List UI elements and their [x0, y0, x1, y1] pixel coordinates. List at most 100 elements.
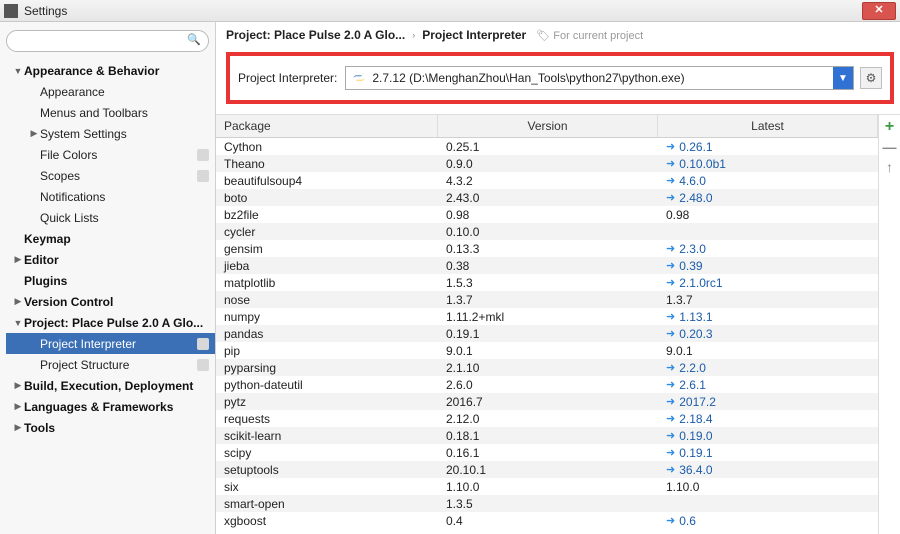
chevron-right-icon: ▶: [12, 401, 24, 412]
search-input[interactable]: [6, 30, 209, 52]
cell-package: cycler: [216, 225, 438, 239]
cell-version: 0.18.1: [438, 429, 658, 443]
cell-package: nose: [216, 293, 438, 307]
cell-package: beautifulsoup4: [216, 174, 438, 188]
table-row[interactable]: smart-open1.3.5: [216, 495, 878, 512]
package-table-wrap: Package Version Latest Cython0.25.1➜0.26…: [216, 114, 900, 534]
sidebar-item[interactable]: ▶System Settings: [6, 123, 215, 144]
package-table: Package Version Latest Cython0.25.1➜0.26…: [216, 115, 878, 534]
add-package-button[interactable]: +: [882, 119, 898, 135]
table-row[interactable]: gensim0.13.3➜2.3.0: [216, 240, 878, 257]
table-row[interactable]: requests2.12.0➜2.18.4: [216, 410, 878, 427]
cell-latest: 0.98: [658, 208, 878, 222]
table-row[interactable]: jieba0.38➜0.39: [216, 257, 878, 274]
cell-package: scipy: [216, 446, 438, 460]
upgrade-package-button[interactable]: ↑: [882, 159, 898, 175]
header-package[interactable]: Package: [216, 115, 438, 137]
sidebar-item[interactable]: ▶Tools: [6, 417, 215, 438]
table-row[interactable]: matplotlib1.5.3➜2.1.0rc1: [216, 274, 878, 291]
sidebar-item[interactable]: ▶Editor: [6, 249, 215, 270]
cell-version: 1.11.2+mkl: [438, 310, 658, 324]
cell-version: 0.19.1: [438, 327, 658, 341]
sidebar-item[interactable]: Plugins: [6, 270, 215, 291]
sidebar-item[interactable]: ▶Languages & Frameworks: [6, 396, 215, 417]
table-row[interactable]: xgboost0.4➜0.6: [216, 512, 878, 529]
sidebar-item-label: Appearance & Behavior: [24, 64, 209, 78]
cell-latest: ➜2017.2: [658, 395, 878, 409]
table-row[interactable]: scipy0.16.1➜0.19.1: [216, 444, 878, 461]
remove-package-button[interactable]: —: [882, 139, 898, 155]
table-row[interactable]: numpy1.11.2+mkl➜1.13.1: [216, 308, 878, 325]
upgrade-arrow-icon: ➜: [666, 429, 675, 442]
sidebar-item[interactable]: File Colors: [6, 144, 215, 165]
sidebar-item-label: Plugins: [24, 274, 209, 288]
table-row[interactable]: pytz2016.7➜2017.2: [216, 393, 878, 410]
table-row[interactable]: six1.10.01.10.0: [216, 478, 878, 495]
sidebar-item[interactable]: Project Structure: [6, 354, 215, 375]
interpreter-settings-button[interactable]: ⚙: [860, 67, 882, 89]
cell-package: xgboost: [216, 514, 438, 528]
upgrade-arrow-icon: ➜: [666, 191, 675, 204]
python-icon: [352, 71, 366, 85]
chevron-right-icon: ›: [412, 30, 415, 40]
upgrade-arrow-icon: ➜: [666, 446, 675, 459]
table-row[interactable]: boto2.43.0➜2.48.0: [216, 189, 878, 206]
sidebar-item[interactable]: ▶Version Control: [6, 291, 215, 312]
cell-version: 0.38: [438, 259, 658, 273]
cell-package: pandas: [216, 327, 438, 341]
cell-package: Theano: [216, 157, 438, 171]
breadcrumb-page[interactable]: Project Interpreter: [422, 28, 526, 42]
breadcrumb-project[interactable]: Project: Place Pulse 2.0 A Glo...: [226, 28, 405, 42]
cell-version: 4.3.2: [438, 174, 658, 188]
table-row[interactable]: Theano0.9.0➜0.10.0b1: [216, 155, 878, 172]
header-version[interactable]: Version: [438, 115, 658, 137]
table-row[interactable]: pandas0.19.1➜0.20.3: [216, 325, 878, 342]
sidebar-item-label: File Colors: [40, 148, 193, 162]
table-row[interactable]: pip9.0.19.0.1: [216, 342, 878, 359]
header-latest[interactable]: Latest: [658, 115, 878, 137]
upgrade-arrow-icon: ➜: [666, 514, 675, 527]
sidebar-item[interactable]: Scopes: [6, 165, 215, 186]
content: Project: Place Pulse 2.0 A Glo... › Proj…: [216, 22, 900, 534]
cell-latest: ➜2.18.4: [658, 412, 878, 426]
cell-version: 1.3.7: [438, 293, 658, 307]
sidebar-item[interactable]: ▶Build, Execution, Deployment: [6, 375, 215, 396]
table-row[interactable]: setuptools20.10.1➜36.4.0: [216, 461, 878, 478]
table-row[interactable]: bz2file0.980.98: [216, 206, 878, 223]
sidebar-item[interactable]: ▼Project: Place Pulse 2.0 A Glo...: [6, 312, 215, 333]
sidebar-tree: ▼Appearance & BehaviorAppearanceMenus an…: [6, 60, 215, 528]
interpreter-select[interactable]: 2.7.12 (D:\MenghanZhou\Han_Tools\python2…: [345, 66, 854, 90]
sidebar-item[interactable]: Project Interpreter: [6, 333, 215, 354]
table-row[interactable]: scikit-learn0.18.1➜0.19.0: [216, 427, 878, 444]
table-row[interactable]: nose1.3.71.3.7: [216, 291, 878, 308]
sidebar-item[interactable]: Menus and Toolbars: [6, 102, 215, 123]
sidebar-item[interactable]: Quick Lists: [6, 207, 215, 228]
cell-package: bz2file: [216, 208, 438, 222]
cell-latest: ➜0.10.0b1: [658, 157, 878, 171]
sidebar-item[interactable]: ▼Appearance & Behavior: [6, 60, 215, 81]
cell-version: 0.4: [438, 514, 658, 528]
sidebar-item[interactable]: Notifications: [6, 186, 215, 207]
upgrade-arrow-icon: ➜: [666, 310, 675, 323]
sidebar-item-label: Keymap: [24, 232, 209, 246]
cell-version: 1.3.5: [438, 497, 658, 511]
close-button[interactable]: ✕: [862, 2, 896, 20]
cell-package: smart-open: [216, 497, 438, 511]
project-badge-icon: [197, 359, 209, 371]
interpreter-dropdown-icon[interactable]: ▼: [833, 67, 853, 89]
gear-icon: ⚙: [866, 71, 877, 85]
table-row[interactable]: Cython0.25.1➜0.26.1: [216, 138, 878, 155]
sidebar-item-label: Scopes: [40, 169, 193, 183]
upgrade-arrow-icon: ➜: [666, 327, 675, 340]
table-row[interactable]: pyparsing2.1.10➜2.2.0: [216, 359, 878, 376]
cell-package: python-dateutil: [216, 378, 438, 392]
table-row[interactable]: beautifulsoup44.3.2➜4.6.0: [216, 172, 878, 189]
sidebar-item-label: Project Interpreter: [40, 337, 193, 351]
cell-latest: 9.0.1: [658, 344, 878, 358]
table-row[interactable]: cycler0.10.0: [216, 223, 878, 240]
breadcrumb: Project: Place Pulse 2.0 A Glo... › Proj…: [216, 22, 900, 46]
cell-latest: ➜0.19.0: [658, 429, 878, 443]
sidebar-item[interactable]: Appearance: [6, 81, 215, 102]
table-row[interactable]: python-dateutil2.6.0➜2.6.1: [216, 376, 878, 393]
sidebar-item[interactable]: Keymap: [6, 228, 215, 249]
